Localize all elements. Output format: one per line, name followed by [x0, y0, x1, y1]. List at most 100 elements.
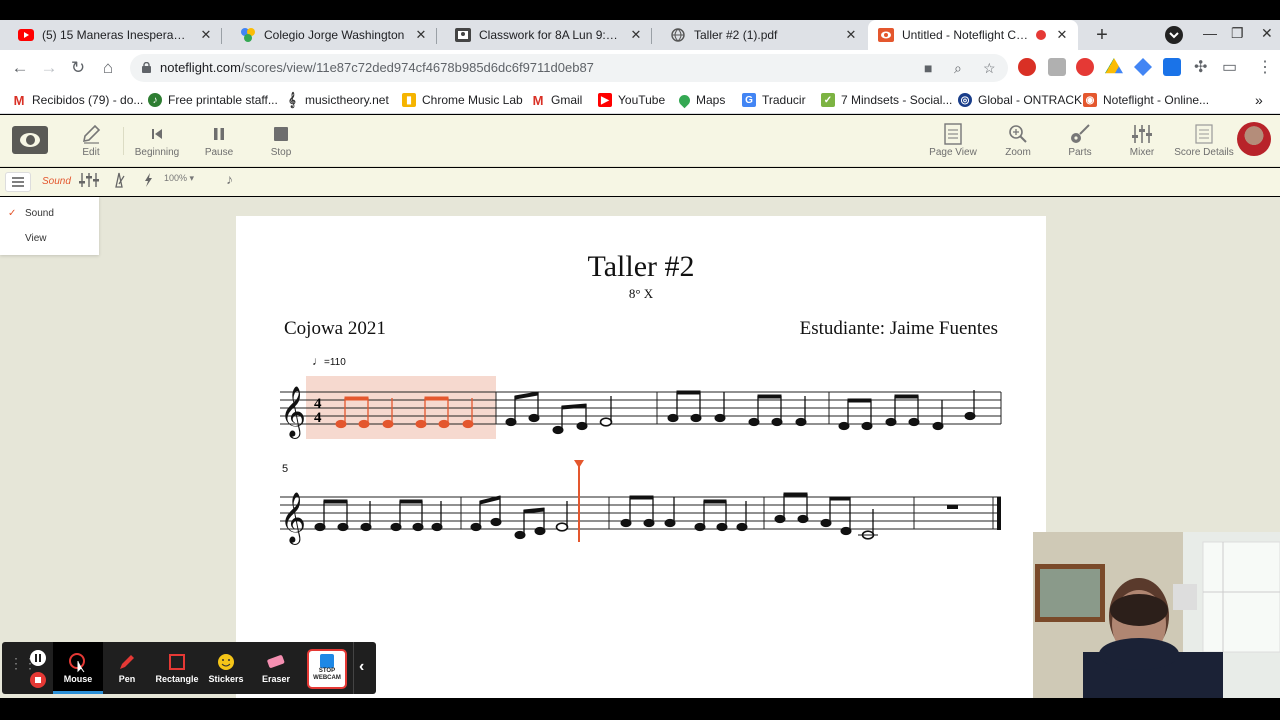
- menu-item-view[interactable]: View: [25, 233, 47, 244]
- noteflight-logo[interactable]: [12, 126, 48, 154]
- zoom-button[interactable]: Zoom: [986, 121, 1050, 158]
- tab-noteflight[interactable]: Untitled - Noteflight Commu ✕: [868, 20, 1078, 50]
- pen-tool-button[interactable]: Pen: [105, 650, 149, 684]
- close-tab-icon[interactable]: ✕: [1054, 27, 1070, 43]
- music-lab-icon: ▮: [402, 93, 416, 107]
- stop-recording-icon[interactable]: [30, 672, 46, 688]
- stop-label: Stop: [270, 147, 292, 158]
- lightning-icon[interactable]: [143, 172, 153, 191]
- tab-search-icon[interactable]: [1165, 26, 1183, 44]
- webcam-preview: [1033, 532, 1280, 698]
- bookmark-label: musictheory.net: [305, 93, 389, 107]
- collapse-chevron-icon[interactable]: ‹: [359, 658, 364, 676]
- minimize-icon[interactable]: —: [1203, 25, 1217, 41]
- tab-colegio[interactable]: Colegio Jorge Washington ✕: [222, 20, 437, 50]
- bookmark[interactable]: ✓ 7 Mindsets - Social...: [821, 90, 952, 110]
- menu-item-sound[interactable]: Sound: [25, 208, 54, 219]
- forward-icon[interactable]: →: [37, 56, 61, 80]
- stop-button[interactable]: Stop: [249, 121, 313, 158]
- beginning-button[interactable]: Beginning: [125, 121, 189, 158]
- bookmark[interactable]: ▶ YouTube: [598, 90, 665, 110]
- webcam-label-1: STOP: [318, 668, 336, 674]
- bookmark[interactable]: 𝄞 musictheory.net: [285, 90, 389, 110]
- close-window-icon[interactable]: ✕: [1261, 25, 1273, 42]
- extension-icon[interactable]: [1018, 58, 1036, 76]
- bookmark[interactable]: G Traducir: [742, 90, 806, 110]
- close-tab-icon[interactable]: ✕: [628, 27, 644, 43]
- puzzle-icon[interactable]: ✣: [1194, 57, 1207, 77]
- pen-label: Pen: [118, 674, 136, 684]
- bookmark[interactable]: Maps: [676, 90, 725, 110]
- pen-icon: [105, 650, 149, 674]
- staff-2: [280, 496, 1001, 530]
- staff-svg: 𝄞 4 4 𝄞: [280, 376, 1002, 545]
- parts-button[interactable]: Parts: [1048, 121, 1112, 158]
- gmail-icon: M: [532, 92, 544, 108]
- bookmark[interactable]: ▮ Chrome Music Lab: [402, 90, 523, 110]
- tab-pdf[interactable]: Taller #2 (1).pdf ✕: [652, 20, 867, 50]
- webcam-label-2: WEBCAM: [313, 675, 341, 681]
- address-bar[interactable]: noteflight.com/scores/view/11e87c72ded97…: [130, 54, 1008, 82]
- mixer-button[interactable]: Mixer: [1110, 121, 1174, 158]
- mixer-icon[interactable]: [79, 172, 99, 191]
- new-tab-button[interactable]: +: [1090, 23, 1114, 47]
- mouse-tool-button[interactable]: Mouse: [56, 650, 100, 684]
- rectangle-tool-button[interactable]: Rectangle: [155, 650, 199, 684]
- more-bookmarks-icon[interactable]: »: [1255, 90, 1263, 110]
- metronome-icon[interactable]: [112, 172, 126, 191]
- bookmark[interactable]: ◎ Global - ONTRACK: [958, 90, 1082, 110]
- bookmark-star-icon[interactable]: ☆: [983, 60, 996, 77]
- extension-icon[interactable]: [1163, 58, 1181, 76]
- tab-strip: (5) 15 Maneras Inesperadas En ✕ Colegio …: [0, 20, 1280, 50]
- tab-youtube[interactable]: (5) 15 Maneras Inesperadas En ✕: [0, 20, 222, 50]
- stickers-tool-button[interactable]: Stickers: [204, 650, 248, 684]
- mixer-icon: [1110, 121, 1174, 147]
- edit-button[interactable]: Edit: [59, 121, 123, 158]
- back-icon[interactable]: ←: [8, 56, 32, 80]
- close-tab-icon[interactable]: ✕: [413, 27, 429, 43]
- extension-icon[interactable]: [1048, 58, 1066, 76]
- extension-icon[interactable]: [1076, 58, 1094, 76]
- zoom-icon: [986, 121, 1050, 147]
- whole-rest: [947, 505, 958, 509]
- bookmarks-bar: M Recibidos (79) - do... ♪ Free printable …: [0, 86, 1280, 114]
- checkmark-icon: ✓: [8, 208, 17, 219]
- home-icon[interactable]: ⌂: [96, 56, 120, 80]
- drive-icon[interactable]: [1105, 58, 1123, 74]
- reload-icon[interactable]: ↻: [66, 56, 90, 80]
- tab-classwork[interactable]: Classwork for 8A Lun 9:30 y jue ✕: [437, 20, 652, 50]
- eraser-tool-button[interactable]: Eraser: [254, 650, 298, 684]
- hamburger-menu-icon[interactable]: [5, 172, 31, 192]
- rectangle-icon: [155, 650, 199, 674]
- stop-webcam-button[interactable]: STOP WEBCAM: [307, 649, 347, 689]
- close-tab-icon[interactable]: ✕: [843, 27, 859, 43]
- score-details-button[interactable]: Score Details: [1172, 121, 1236, 158]
- pause-recording-icon[interactable]: [30, 650, 46, 666]
- avatar[interactable]: [1237, 122, 1271, 156]
- menu-dots-icon[interactable]: ⋮: [1257, 57, 1273, 77]
- cast-icon[interactable]: ▭: [1222, 57, 1237, 77]
- pause-button[interactable]: Pause: [187, 121, 251, 158]
- page-view-button[interactable]: Page View: [921, 121, 985, 158]
- youtube-icon: ▶: [598, 93, 612, 107]
- bookmark[interactable]: ♪ Free printable staff...: [148, 90, 278, 110]
- restore-icon[interactable]: ❐: [1231, 25, 1244, 42]
- divider: [123, 127, 124, 155]
- speed-value: 100%: [164, 173, 188, 183]
- bookmark[interactable]: M Gmail: [531, 90, 583, 110]
- extension-icon[interactable]: [1134, 58, 1152, 76]
- musictheory-icon: 𝄞: [288, 92, 296, 107]
- tab-label: (5) 15 Maneras Inesperadas En: [42, 28, 190, 42]
- webcam-icon: [320, 654, 334, 668]
- bookmark[interactable]: ◉ Noteflight - Online...: [1083, 90, 1209, 110]
- measure-8-notes: [774, 492, 878, 540]
- tab-label: Classwork for 8A Lun 9:30 y jue: [479, 28, 620, 42]
- bookmark-label: Free printable staff...: [168, 93, 278, 107]
- zoom-icon[interactable]: ⌕: [954, 60, 962, 77]
- note-icon[interactable]: ♪: [226, 171, 233, 187]
- bookmark[interactable]: M Recibidos (79) - do...: [12, 90, 144, 110]
- camera-icon[interactable]: ■: [924, 60, 932, 76]
- playback-speed[interactable]: 100% ▾: [164, 173, 194, 184]
- close-tab-icon[interactable]: ✕: [198, 27, 214, 43]
- bookmark-label: Global - ONTRACK: [978, 93, 1083, 107]
